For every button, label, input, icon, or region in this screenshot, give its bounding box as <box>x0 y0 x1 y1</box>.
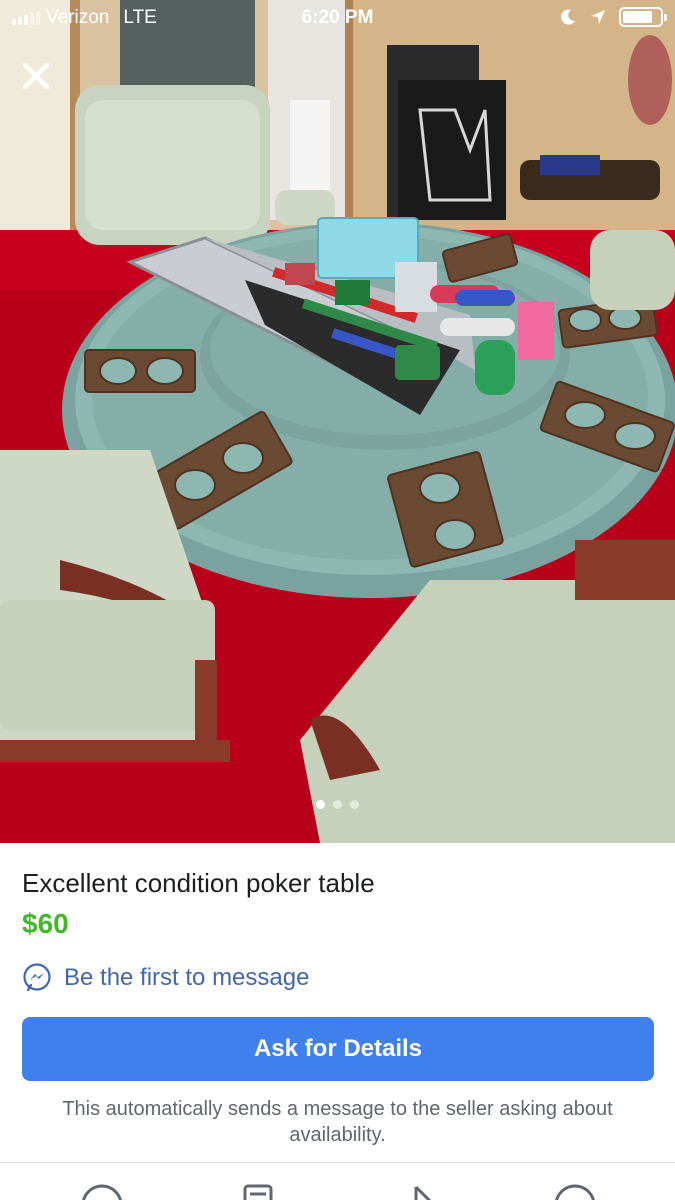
cursor-icon[interactable] <box>410 1183 440 1200</box>
poker-table-image <box>0 0 675 843</box>
auto-message-note: This automatically sends a message to th… <box>62 1098 613 1146</box>
moon-icon <box>561 9 575 25</box>
battery-fill <box>623 11 652 23</box>
message-link-label: Be the first to message <box>64 964 310 991</box>
pagination-dot[interactable] <box>316 800 325 809</box>
listing-price: $60 <box>22 908 69 939</box>
close-icon <box>22 62 50 90</box>
photo-pagination <box>0 800 675 809</box>
circle-icon[interactable] <box>553 1183 597 1200</box>
status-right <box>559 7 667 27</box>
message-seller-link[interactable]: Be the first to message <box>22 963 309 993</box>
status-bar: Verizon LTE 6:20 PM <box>0 0 675 38</box>
close-button[interactable] <box>18 58 54 94</box>
battery-icon <box>619 7 667 27</box>
pagination-dot[interactable] <box>350 800 359 809</box>
messenger-icon <box>23 963 51 992</box>
circle-icon[interactable] <box>80 1183 124 1200</box>
pagination-dot[interactable] <box>333 800 342 809</box>
bottom-tab-bar <box>0 1163 675 1200</box>
listing-photo[interactable]: Verizon LTE 6:20 PM <box>0 0 675 843</box>
document-icon[interactable] <box>243 1183 273 1200</box>
listing-title: Excellent condition poker table <box>22 868 375 898</box>
ask-for-details-button[interactable]: Ask for Details <box>22 1017 654 1081</box>
location-arrow-icon <box>591 10 605 24</box>
